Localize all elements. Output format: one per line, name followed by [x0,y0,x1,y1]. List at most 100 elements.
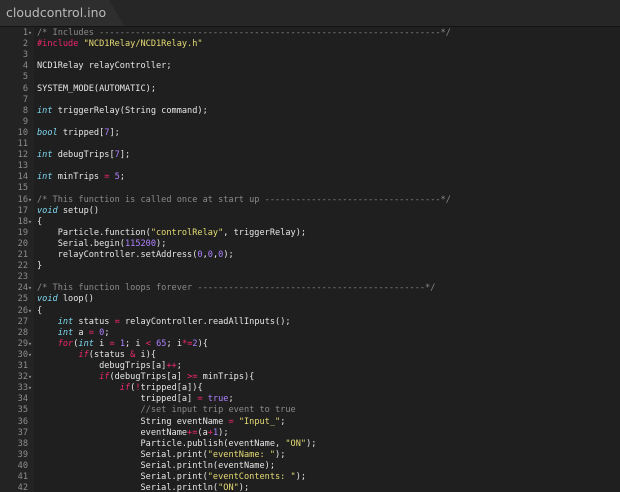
code-line[interactable]: 35 //set input trip event to true [0,405,620,416]
code-token-type: int [57,316,74,327]
code-token-cmt: /* This function is called once at start… [37,194,451,205]
code-line[interactable]: 23 [0,272,620,283]
code-line[interactable]: 3 [0,50,620,61]
code-text: //set input trip event to true [37,405,295,416]
code-line[interactable]: 33 ▾ if(!tripped[a]){ [0,383,620,394]
code-line[interactable]: 31 debugTrips[a]++; [0,361,620,372]
fold-arrow-icon[interactable]: ▾ [26,283,34,294]
code-token-plain: ); [238,483,250,492]
fold-arrow-icon[interactable]: ▾ [26,195,34,206]
tab-bar: cloudcontrol.ino [0,0,620,27]
code-text: if(status & i){ [37,350,156,361]
code-token-plain: ; [119,172,126,183]
code-line[interactable]: 28 int a = 0; [0,328,620,339]
line-number: 22 [17,261,28,272]
line-number: 18 [17,216,28,227]
code-line[interactable]: 17 void setup() [0,206,620,217]
code-line[interactable]: 18 ▾{ [0,217,620,228]
code-token-plain: ; [104,327,110,338]
line-number: 39 [17,449,28,460]
code-line[interactable]: 5 [0,72,620,83]
code-line[interactable]: 37 eventName+=(a+1); [0,428,620,439]
fold-arrow-icon[interactable]: ▾ [26,383,34,394]
code-text: int minTrips = 5; [37,172,125,183]
code-line[interactable]: 34 tripped[a] = true; [0,394,620,405]
line-number: 41 [17,472,28,482]
line-number: 19 [17,227,28,238]
code-token-plain: ); [223,250,234,260]
line-number: 28 [17,327,28,338]
code-line[interactable]: 42 Serial.println("ON"); [0,483,620,492]
fold-arrow-icon[interactable]: ▾ [26,306,34,317]
line-number: 31 [17,361,28,371]
code-line[interactable]: 21 relayController.setAddress(0,0,0); [0,250,620,261]
fold-arrow-icon[interactable]: ▾ [26,217,34,228]
code-token-plain: a [73,327,89,338]
code-line[interactable]: 14 int minTrips = 5; [0,172,620,183]
code-line[interactable]: 7 [0,95,620,106]
code-token-plain: ); [275,449,286,460]
code-line[interactable]: 24 ▾/* This function loops forever ------… [0,283,620,294]
fold-arrow-icon[interactable]: ▾ [26,372,34,383]
fold-arrow-icon[interactable]: ▾ [26,339,34,350]
code-line[interactable]: 8 int triggerRelay(String command); [0,106,620,117]
code-line[interactable]: 29 ▾ for(int i = 1; i < 65; i*=2){ [0,339,620,350]
code-line[interactable]: 13 [0,161,620,172]
code-line[interactable]: 1 ▾/* Includes --------------------------… [0,28,620,39]
code-line[interactable]: 39 Serial.print("eventName: "); [0,450,620,461]
fold-arrow-icon[interactable]: ▾ [26,350,34,361]
line-number: 11 [17,139,28,149]
code-line[interactable]: 25 void loop() [0,294,620,305]
code-line[interactable]: 4 NCD1Relay relayController; [0,61,620,72]
code-line[interactable]: 22} [0,261,620,272]
line-number: 33 [17,383,28,394]
code-line[interactable]: 16 ▾/* This function is called once at st… [0,195,620,206]
code-line[interactable]: 10 bool tripped[7]; [0,128,620,139]
code-line[interactable]: 6 SYSTEM_MODE(AUTOMATIC); [0,84,620,95]
code-token-op: ++ [166,361,177,371]
code-token-plain: i){ [135,349,157,360]
code-line[interactable]: 30 ▾ if(status & i){ [0,350,620,361]
code-text: Serial.println("ON"); [37,483,249,492]
line-number: 34 [17,394,28,405]
code-line[interactable]: 36 String eventName = "Input_"; [0,417,620,428]
file-tab[interactable]: cloudcontrol.ino [0,0,125,26]
code-line[interactable]: 20 Serial.begin(115200); [0,239,620,250]
code-line[interactable]: 41 Serial.print("eventContents: "); [0,472,620,483]
code-token-plain: ; [228,394,234,405]
code-line[interactable]: 26 ▾{ [0,306,620,317]
line-number: 20 [17,238,28,249]
code-line[interactable]: 32 ▾ if(debugTrips[a] >= minTrips){ [0,372,620,383]
code-token-plain: minTrips [52,172,105,183]
code-line[interactable]: 40 Serial.println(eventName); [0,461,620,472]
line-number: 15 [17,183,28,194]
code-text: Serial.begin(115200); [37,238,167,250]
code-token-plain: SYSTEM_MODE(AUTOMATIC); [37,83,156,94]
line-number: 10 [17,127,28,138]
code-token-type: int [78,338,94,349]
fold-arrow-icon[interactable]: ▾ [26,28,34,39]
code-token-plain: ); [218,427,229,438]
code-line[interactable]: 38 Particle.publish(eventName, "ON"); [0,439,620,450]
code-line[interactable]: 2 #include "NCD1Relay/NCD1Relay.h" [0,39,620,50]
line-number: 4 [22,61,28,72]
code-line[interactable]: 11 [0,139,620,150]
line-number: 13 [17,161,28,172]
code-line[interactable]: 15 [0,183,620,194]
code-token-op: += [187,427,198,438]
code-token-plain: Serial.print( [37,472,208,482]
line-number: 21 [17,250,28,260]
code-line[interactable]: 27 int status = relayController.readAllI… [0,317,620,328]
code-token-plain: Serial.begin( [37,238,125,249]
code-line[interactable]: 12 int debugTrips[7]; [0,150,620,161]
code-line[interactable]: 19 Particle.function("controlRelay", tri… [0,228,620,239]
code-text: for(int i = 1; i < 65; i*=2){ [37,339,208,350]
code-area[interactable]: 1 ▾/* Includes --------------------------… [0,27,620,492]
code-token-type: int [37,150,53,161]
code-line[interactable]: 9 [0,117,620,128]
line-number: 1 [22,28,28,38]
code-text: if(!tripped[a]){ [37,383,203,394]
